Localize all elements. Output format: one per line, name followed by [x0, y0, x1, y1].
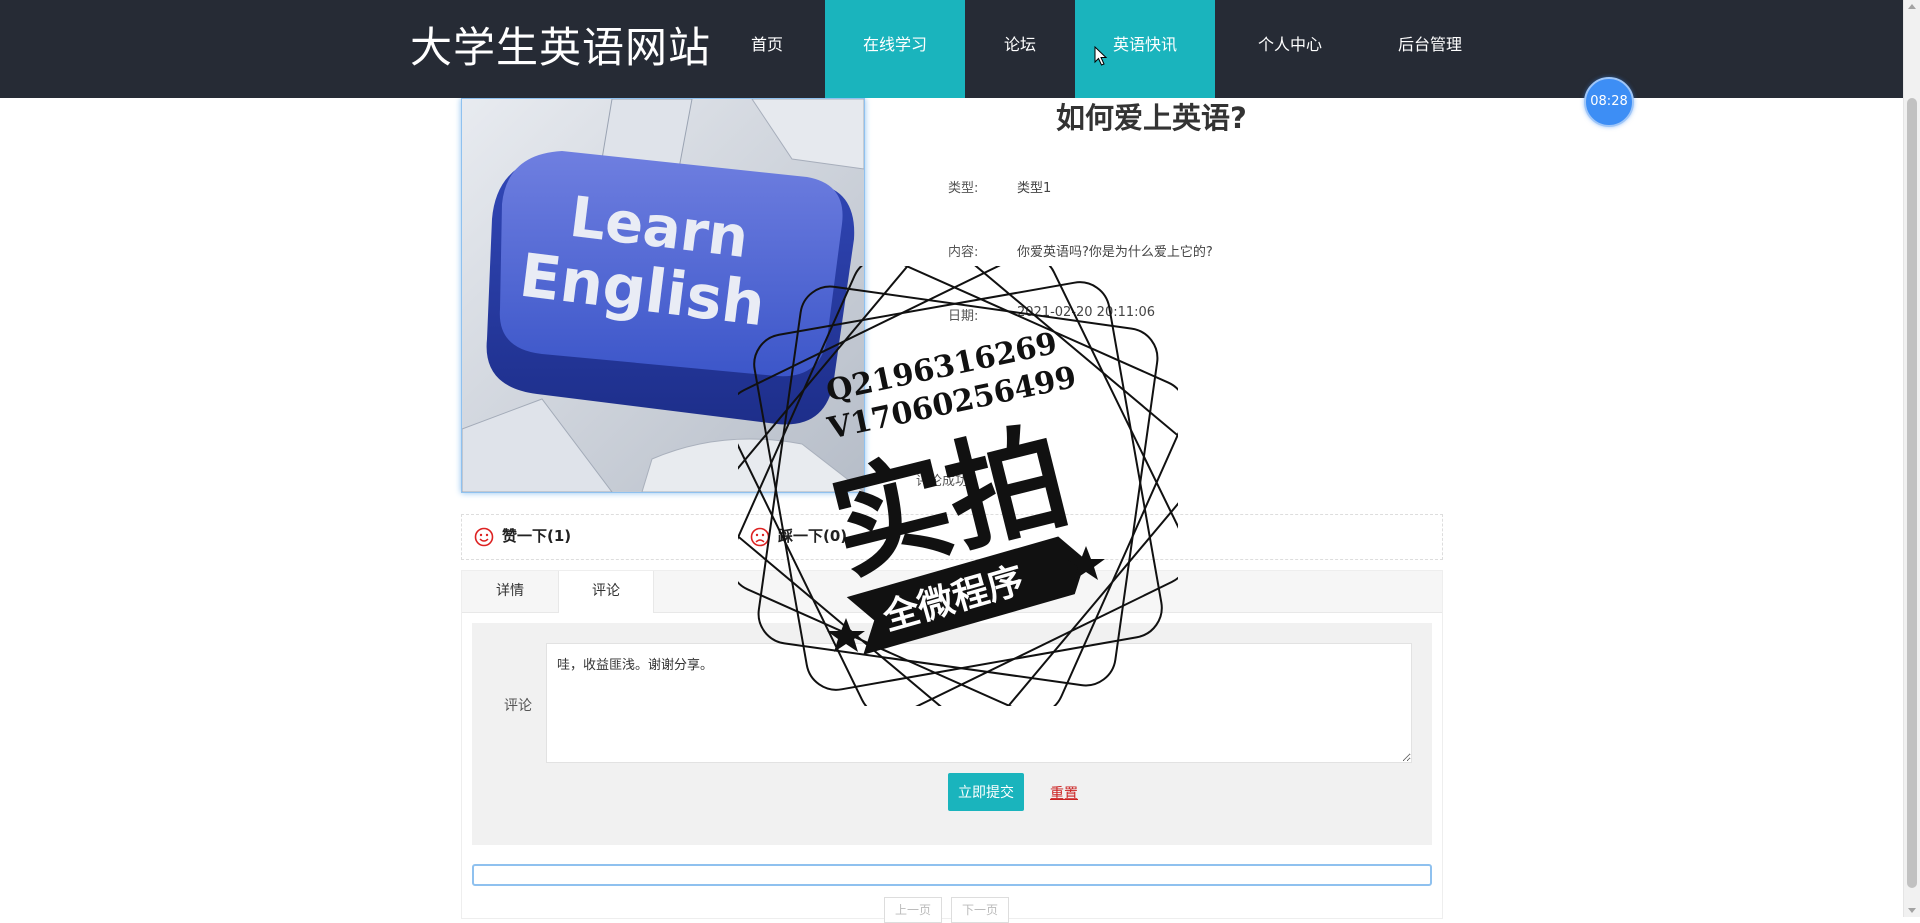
date-label: 日期: — [948, 309, 979, 324]
type-value: 类型1 — [1017, 181, 1052, 196]
detail-title: 如何爱上英语? — [1056, 101, 1247, 135]
site-title[interactable]: 大学生英语网站 — [410, 20, 711, 76]
toast-message: 评论成功 — [916, 474, 969, 489]
content-label: 内容: — [948, 245, 979, 260]
sad-face-icon — [750, 527, 770, 546]
tabs-panel: 详情 评论 评论 哇，收益匪浅。谢谢分享。 立即提交 重置 上一页 下一页 — [461, 570, 1443, 923]
nav-item-forum[interactable]: 论坛 — [970, 0, 1070, 98]
prev-page-button[interactable]: 上一页 — [884, 897, 943, 923]
comment-textarea[interactable]: 哇，收益匪浅。谢谢分享。 — [546, 643, 1412, 763]
page-scrollbar[interactable] — [1903, 0, 1920, 917]
next-page-button[interactable]: 下一页 — [951, 897, 1010, 923]
reset-button[interactable]: 重置 — [1050, 783, 1078, 803]
scrollbar-thumb[interactable] — [1907, 98, 1917, 888]
scroll-down-arrow-icon[interactable] — [1908, 908, 1916, 913]
date-value: 2021-02-20 20:11:06 — [1017, 305, 1156, 320]
vote-bar: 赞一下(1) 踩一下(0) — [461, 514, 1443, 560]
submit-button[interactable]: 立即提交 — [948, 773, 1024, 811]
comment-form: 评论 哇，收益匪浅。谢谢分享。 立即提交 重置 — [472, 623, 1432, 845]
tab-header: 详情 评论 — [462, 571, 1442, 613]
content-value: 你爱英语吗?你是为什么爱上它的? — [1017, 245, 1213, 260]
detail-image: Learn English — [461, 98, 865, 493]
mouse-cursor-icon — [1094, 46, 1108, 66]
scroll-up-arrow-icon[interactable] — [1908, 4, 1916, 9]
tab-comments[interactable]: 评论 — [558, 571, 654, 613]
smile-icon — [474, 527, 494, 546]
nav-item-admin[interactable]: 后台管理 — [1360, 0, 1500, 98]
like-button[interactable]: 赞一下(1) — [474, 525, 571, 547]
keyboard-key-illustration: Learn English — [462, 99, 864, 492]
nav-item-personal-center[interactable]: 个人中心 — [1220, 0, 1360, 98]
dislike-label: 踩一下(0) — [778, 527, 848, 545]
comment-list-box[interactable] — [472, 864, 1432, 886]
tab-details[interactable]: 详情 — [462, 571, 558, 612]
nav-item-online-learning[interactable]: 在线学习 — [825, 0, 965, 98]
like-label: 赞一下(1) — [502, 527, 572, 545]
nav-item-home[interactable]: 首页 — [717, 0, 817, 98]
timer-badge[interactable]: 08:28 — [1584, 77, 1634, 127]
comment-label: 评论 — [504, 698, 532, 714]
dislike-button[interactable]: 踩一下(0) — [750, 525, 847, 547]
type-label: 类型: — [948, 181, 979, 196]
